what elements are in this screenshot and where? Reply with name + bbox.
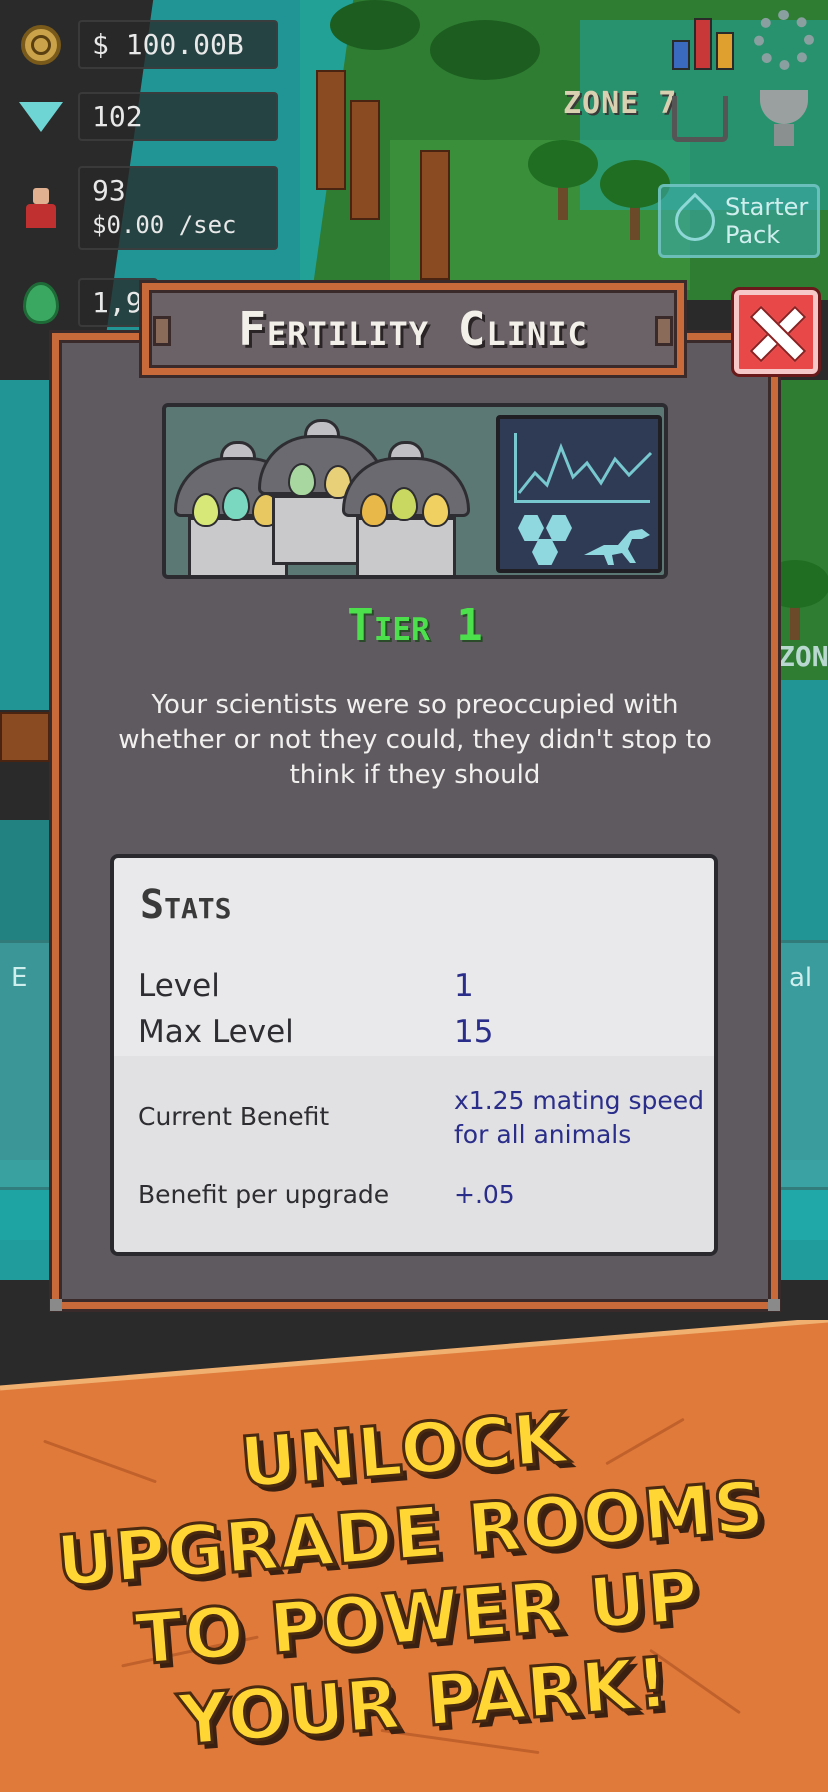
current-benefit-value: x1.25 mating speed for all animals [454, 1086, 705, 1149]
close-icon [750, 306, 802, 358]
fertility-clinic-illustration [162, 403, 668, 579]
egg-icon [18, 280, 64, 326]
visitor-rate: $0.00 /sec [92, 211, 237, 239]
gem-counter: 102 [18, 92, 278, 141]
stats-panel: Stats Level 1 Max Level 15 Current Benef… [110, 854, 718, 1256]
shop-cart-icon[interactable] [672, 96, 728, 142]
starter-pack-icon [666, 192, 724, 250]
bush [330, 0, 420, 50]
incubator [342, 437, 470, 575]
coin-icon [18, 22, 64, 68]
benefit-per-upgrade-label: Benefit per upgrade [138, 1180, 390, 1209]
starter-pack-button[interactable]: Starter Pack [658, 184, 820, 258]
level-label: Level [138, 968, 220, 1004]
trophy-icon[interactable] [760, 90, 808, 146]
dialog-title-plate: Fertility Clinic [142, 283, 684, 375]
max-level-value: 15 [454, 1014, 494, 1050]
zone-label[interactable]: ZONE 7 [563, 86, 677, 121]
starter-pack-label: Starter Pack [725, 193, 809, 249]
stats-chart-icon[interactable] [668, 10, 738, 70]
zone-label-partial: ZON [778, 640, 828, 673]
side-card-right[interactable]: al [772, 940, 828, 1190]
fence-post [316, 70, 346, 190]
side-card-left[interactable]: E [0, 940, 58, 1190]
side-card-left-label: E [11, 963, 28, 993]
fence-post [420, 150, 450, 280]
gem-icon [18, 94, 64, 140]
bush [430, 20, 540, 80]
dna-monitor [496, 415, 662, 573]
stats-heading: Stats [140, 882, 232, 928]
dialog-title: Fertility Clinic [238, 302, 588, 356]
palm-tree [528, 140, 598, 220]
visitor-counter: 93 $0.00 /sec [18, 166, 278, 250]
money-counter: $ 100.00B [18, 20, 278, 69]
close-button[interactable] [734, 290, 818, 374]
side-card-right-label: al [789, 963, 813, 993]
gem-value: 102 [78, 92, 278, 141]
promo-headline: UNLOCK UPGRADE ROOMS TO POWER UP YOUR PA… [8, 1378, 820, 1775]
max-level-label: Max Level [138, 1014, 294, 1050]
money-value: $ 100.00B [78, 20, 278, 69]
benefit-per-upgrade-value: +.05 [454, 1180, 515, 1209]
visitor-count: 93 [92, 174, 126, 207]
fence-post [350, 100, 380, 220]
egg-counter: 1,9 [18, 278, 158, 327]
settings-gear-icon[interactable] [754, 10, 814, 70]
visitor-icon [18, 185, 64, 231]
light-ray [0, 380, 60, 710]
level-value: 1 [454, 968, 474, 1004]
fence-post [0, 712, 50, 762]
current-benefit-label: Current Benefit [138, 1102, 330, 1131]
room-description: Your scientists were so preoccupied with… [118, 690, 712, 790]
tier-label: Tier 1 [347, 600, 483, 651]
